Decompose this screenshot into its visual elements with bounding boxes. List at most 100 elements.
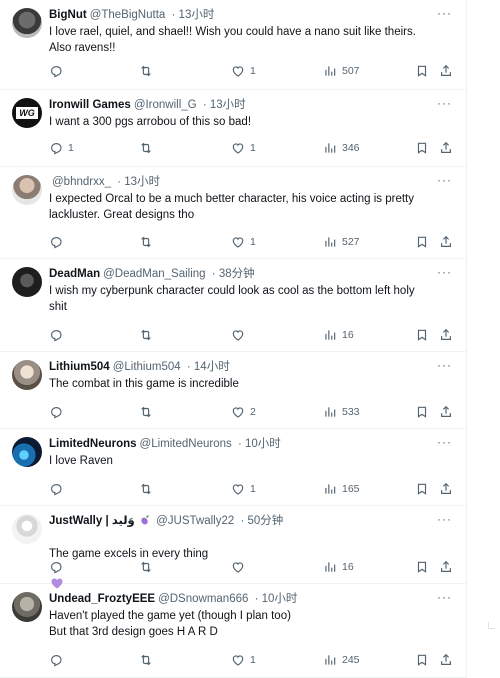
views-button[interactable]: 245	[323, 651, 360, 669]
more-options-icon[interactable]: ···	[437, 266, 452, 278]
bookmark-icon	[415, 405, 429, 419]
avatar[interactable]	[12, 175, 42, 205]
retweet-button[interactable]	[139, 139, 158, 157]
views-button[interactable]: 527	[323, 233, 360, 251]
views-button[interactable]: 16	[323, 558, 354, 576]
author-name[interactable]: DeadMan	[49, 268, 100, 280]
reply-button[interactable]	[49, 233, 68, 251]
timestamp[interactable]: 38分钟	[219, 268, 255, 280]
views-icon	[323, 405, 337, 419]
author-handle[interactable]: @Ironwill_G	[134, 99, 197, 111]
heart-icon	[231, 141, 245, 155]
avatar[interactable]: WG	[12, 98, 42, 128]
share-button[interactable]	[439, 62, 453, 80]
retweet-button[interactable]	[139, 651, 158, 669]
views-button[interactable]: 507	[323, 62, 360, 80]
author-name[interactable]: JustWally | وَليد	[49, 515, 135, 527]
author-handle[interactable]: @Lithium504	[113, 361, 181, 373]
tweet[interactable]: BigNut @TheBigNutta · 13小时 ··· I love rae…	[0, 0, 466, 90]
avatar[interactable]	[12, 437, 42, 467]
timestamp[interactable]: 10小时	[262, 593, 298, 605]
tweet[interactable]: JustWally | وَليد @JUSTwally22 · 50分钟 ··…	[0, 506, 466, 589]
more-options-icon[interactable]: ···	[437, 436, 452, 448]
bookmark-button[interactable]	[415, 480, 429, 498]
avatar[interactable]	[12, 360, 42, 390]
tweet[interactable]: @bhndrxx_ · 13小时 ··· I expected Orcal to…	[0, 167, 466, 259]
tweet[interactable]: WG Ironwill Games @Ironwill_G · 13小时 ··· …	[0, 90, 466, 167]
avatar[interactable]	[12, 267, 42, 297]
bookmark-button[interactable]	[415, 651, 429, 669]
timestamp[interactable]: 13小时	[210, 99, 246, 111]
like-button[interactable]: 1	[231, 233, 256, 251]
more-options-icon[interactable]: ···	[437, 7, 452, 19]
like-button[interactable]: 2	[231, 403, 256, 421]
like-button[interactable]: 1	[231, 139, 256, 157]
tweet[interactable]: DeadMan @DeadMan_Sailing · 38分钟 ··· I wis…	[0, 259, 466, 352]
like-button[interactable]	[231, 558, 250, 576]
avatar[interactable]	[12, 592, 42, 622]
author-handle[interactable]: @bhndrxx_	[52, 176, 111, 188]
author-name[interactable]: Undead_FroztyEEE	[49, 593, 155, 605]
reply-button[interactable]	[49, 62, 68, 80]
bookmark-button[interactable]	[415, 403, 429, 421]
views-button[interactable]: 533	[323, 403, 360, 421]
author-name[interactable]: Ironwill Games	[49, 99, 131, 111]
reply-count: 1	[68, 142, 74, 154]
share-button[interactable]	[439, 233, 453, 251]
like-button[interactable]: 1	[231, 480, 256, 498]
retweet-button[interactable]	[139, 233, 158, 251]
reply-button[interactable]	[49, 480, 68, 498]
like-button[interactable]: 1	[231, 651, 256, 669]
share-button[interactable]	[439, 326, 453, 344]
like-button[interactable]	[231, 326, 250, 344]
retweet-button[interactable]	[139, 558, 158, 576]
bookmark-button[interactable]	[415, 326, 429, 344]
timestamp[interactable]: 13小时	[179, 9, 215, 21]
author-name[interactable]: Lithium504	[49, 361, 110, 373]
author-handle[interactable]: @TheBigNutta	[90, 9, 166, 21]
retweet-icon	[139, 64, 153, 78]
more-options-icon[interactable]: ···	[437, 174, 452, 186]
author-name[interactable]: BigNut	[49, 9, 87, 21]
bookmark-button[interactable]	[415, 139, 429, 157]
retweet-button[interactable]	[139, 62, 158, 80]
bookmark-button[interactable]	[415, 558, 429, 576]
timestamp[interactable]: 50分钟	[248, 515, 284, 527]
more-options-icon[interactable]: ···	[437, 97, 452, 109]
more-options-icon[interactable]: ···	[437, 591, 452, 603]
more-options-icon[interactable]: ···	[437, 513, 452, 525]
reply-button[interactable]	[49, 403, 68, 421]
more-options-icon[interactable]: ···	[437, 359, 452, 371]
tweet[interactable]: LimitedNeurons @LimitedNeurons · 10小时 ···…	[0, 429, 466, 506]
retweet-button[interactable]	[139, 326, 158, 344]
author-handle[interactable]: @DSnowman666	[158, 593, 248, 605]
author-name[interactable]: LimitedNeurons	[49, 438, 137, 450]
timestamp[interactable]: 10小时	[245, 438, 281, 450]
share-button[interactable]	[439, 558, 453, 576]
share-button[interactable]	[439, 139, 453, 157]
avatar[interactable]	[12, 8, 42, 38]
views-button[interactable]: 16	[323, 326, 354, 344]
author-handle[interactable]: @DeadMan_Sailing	[103, 268, 205, 280]
reply-button[interactable]	[49, 651, 68, 669]
author-handle[interactable]: @JUSTwally22	[156, 515, 234, 527]
tweet[interactable]: Lithium504 @Lithium504 · 14小时 ··· The com…	[0, 352, 466, 429]
timestamp[interactable]: 14小时	[194, 361, 230, 373]
bookmark-button[interactable]	[415, 233, 429, 251]
like-button[interactable]: 1	[231, 62, 256, 80]
retweet-button[interactable]	[139, 480, 158, 498]
avatar[interactable]	[12, 514, 42, 544]
timestamp[interactable]: 13小时	[124, 176, 160, 188]
reply-button[interactable]: 1	[49, 139, 74, 157]
share-button[interactable]	[439, 403, 453, 421]
retweet-button[interactable]	[139, 403, 158, 421]
bookmark-button[interactable]	[415, 62, 429, 80]
author-handle[interactable]: @LimitedNeurons	[140, 438, 232, 450]
share-button[interactable]	[439, 651, 453, 669]
views-button[interactable]: 165	[323, 480, 360, 498]
tweet[interactable]: Undead_FroztyEEE @DSnowman666 · 10小时 ··· …	[0, 584, 466, 678]
share-button[interactable]	[439, 480, 453, 498]
views-button[interactable]: 346	[323, 139, 360, 157]
reply-button[interactable]	[49, 558, 68, 576]
reply-button[interactable]	[49, 326, 68, 344]
